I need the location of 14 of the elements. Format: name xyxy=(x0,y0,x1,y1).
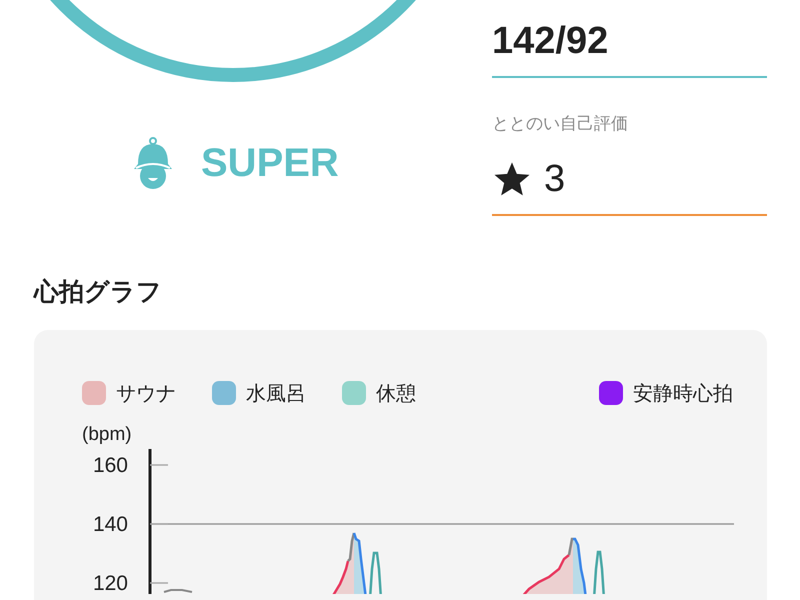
tick-label: 160 xyxy=(92,454,128,477)
legend-label: 休憩 xyxy=(376,380,416,406)
tick-label: 120 xyxy=(92,572,128,594)
axis-unit: (bpm) xyxy=(82,424,133,446)
section-title: 心拍グラフ xyxy=(34,276,163,308)
mascot-icon xyxy=(133,136,173,190)
rating-value: 3 xyxy=(544,158,566,200)
legend-label: 安静時心拍 xyxy=(633,380,733,406)
legend-label: サウナ xyxy=(116,380,176,406)
blood-pressure-value: 142/92 xyxy=(492,19,610,64)
level-label: SUPER xyxy=(201,140,339,186)
tick-label: 140 xyxy=(92,513,128,536)
rating-label: ととのい自己評価 xyxy=(492,113,629,136)
legend-label: 水風呂 xyxy=(246,380,306,406)
